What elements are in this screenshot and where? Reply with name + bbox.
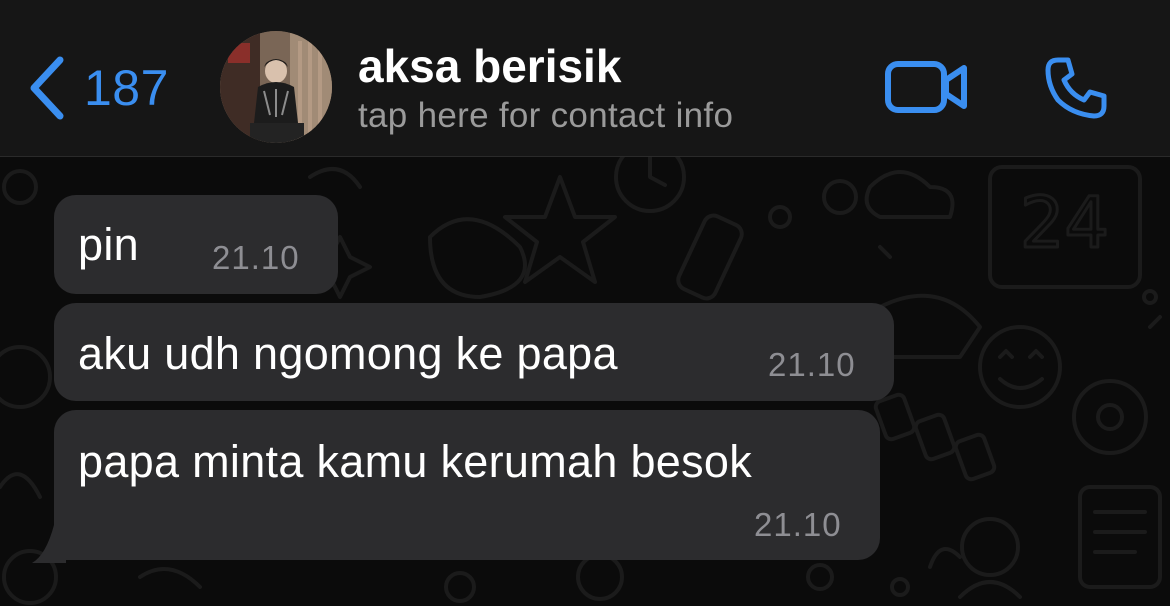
avatar-photo bbox=[220, 31, 332, 143]
back-button[interactable]: 187 bbox=[26, 50, 169, 126]
message-time: 21.10 bbox=[768, 346, 856, 383]
message-list[interactable]: 24 pin 21.10 aku udh ngomong ke papa 21.… bbox=[0, 157, 1170, 606]
message-bubble[interactable]: aku udh ngomong ke papa 21.10 bbox=[54, 303, 894, 401]
contact-info[interactable]: aksa berisik tap here for contact info bbox=[358, 40, 733, 138]
contact-name: aksa berisik bbox=[358, 40, 622, 92]
message-bubble[interactable]: pin 21.10 bbox=[54, 195, 338, 294]
message-time: 21.10 bbox=[212, 239, 300, 276]
message-text: aku udh ngomong ke papa bbox=[78, 328, 618, 379]
chat-screen: 187 aksa berisik tap here for contact in… bbox=[0, 0, 1170, 606]
chevron-left-icon bbox=[30, 56, 64, 120]
voice-call-button[interactable] bbox=[1044, 56, 1108, 120]
avatar[interactable] bbox=[220, 31, 332, 143]
message-text: pin bbox=[78, 219, 139, 270]
phone-icon bbox=[1045, 57, 1107, 119]
video-call-button[interactable] bbox=[884, 60, 968, 114]
svg-text:24: 24 bbox=[1020, 182, 1109, 264]
video-camera-icon bbox=[885, 61, 967, 113]
message-time: 21.10 bbox=[754, 506, 842, 543]
contact-subtitle: tap here for contact info bbox=[358, 96, 734, 135]
chat-header: 187 aksa berisik tap here for contact in… bbox=[0, 0, 1170, 157]
message-text: papa minta kamu kerumah besok bbox=[78, 436, 753, 487]
unread-count: 187 bbox=[84, 60, 169, 116]
message-bubble[interactable]: papa minta kamu kerumah besok 21.10 bbox=[54, 410, 880, 560]
